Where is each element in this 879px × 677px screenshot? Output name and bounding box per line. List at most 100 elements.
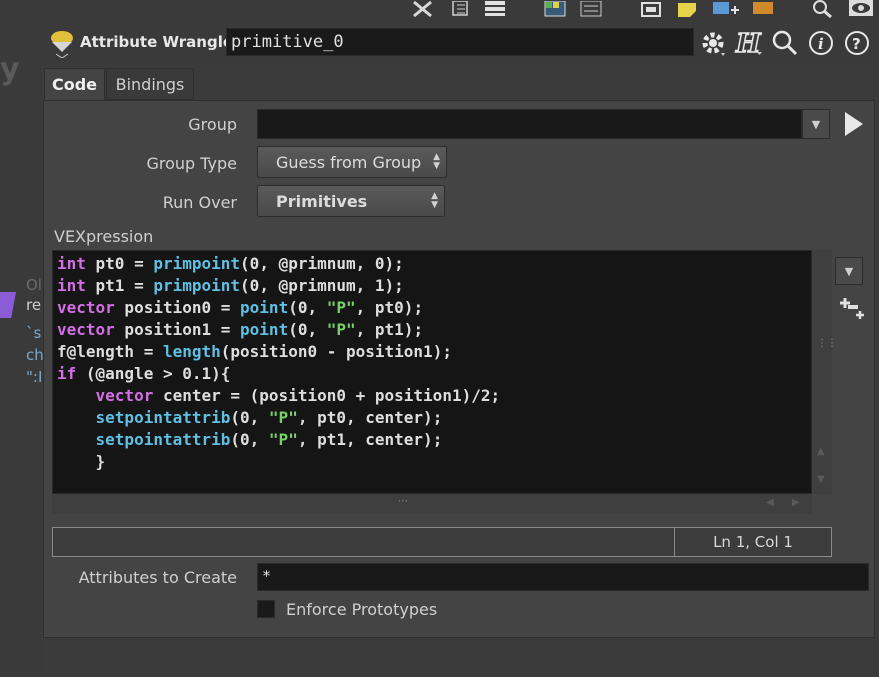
code-token: , pt0, center); <box>297 408 443 427</box>
code-token: primpoint <box>153 276 241 295</box>
left-pane-fragment: `s <box>26 324 42 342</box>
code-lines: int pt0 = primpoint(0, @primnum, 0); int … <box>57 253 500 473</box>
scroll-right-icon[interactable]: ▶ <box>792 497 800 508</box>
search-icon[interactable] <box>770 28 800 58</box>
info-icon[interactable]: i <box>806 28 836 58</box>
code-token: (0, <box>230 408 269 427</box>
code-line: f@length = length(position0 - position1)… <box>57 341 500 363</box>
scroll-grip-icon: ⋮⋮ <box>817 338 837 349</box>
code-token: vector <box>95 386 154 405</box>
group-type-value: Guess from Group <box>276 152 422 172</box>
tab-bindings[interactable]: Bindings <box>106 68 194 100</box>
code-line: vector position1 = point(0, "P", pt1); <box>57 319 500 341</box>
code-token: vector <box>57 320 115 339</box>
vex-code-editor[interactable]: int pt0 = primpoint(0, @primnum, 0); int … <box>52 250 812 494</box>
left-pane-strip: y Ol re `s ch ":I <box>0 0 44 677</box>
wrangle-node-icon[interactable] <box>48 28 76 59</box>
code-vertical-scrollbar[interactable]: ⋮⋮ ▲ ▼ <box>812 250 837 494</box>
run-over-value: Primitives <box>276 191 368 211</box>
status-divider <box>674 528 675 556</box>
gear-icon[interactable] <box>698 28 728 58</box>
code-line: int pt1 = primpoint(0, @primnum, 1); <box>57 275 500 297</box>
code-token: int <box>57 276 86 295</box>
code-token: (position0 - position1); <box>220 342 452 361</box>
code-token: length <box>162 342 221 361</box>
code-line: if (@angle > 0.1){ <box>57 363 500 385</box>
parameters-icon[interactable] <box>578 0 604 18</box>
code-line: int pt0 = primpoint(0, @primnum, 0); <box>57 253 500 275</box>
spreadsheet-icon[interactable] <box>542 0 568 18</box>
run-over-menu[interactable]: Primitives ▲ ▼ <box>257 185 445 217</box>
tools-icon[interactable] <box>408 0 438 18</box>
run-over-label: Run Over <box>162 193 237 212</box>
left-pane-fragment: Ol <box>26 276 42 294</box>
code-token: point <box>240 298 289 317</box>
attributes-to-create-field[interactable]: * <box>257 563 869 591</box>
code-token: setpointattrib <box>95 430 231 449</box>
create-spare-parameters-icon[interactable] <box>836 293 866 321</box>
node-type-label: Attribute Wrangle <box>80 33 234 51</box>
code-token: position0 = <box>114 298 241 317</box>
houdini-help-icon[interactable]: H <box>734 28 764 58</box>
cursor-position: Ln 1, Col 1 <box>713 533 793 551</box>
code-token: "P" <box>268 408 298 427</box>
code-token: (0, @primnum, 0); <box>240 254 404 273</box>
node-name-field[interactable]: primitive_0 <box>226 28 694 56</box>
scroll-up-icon[interactable]: ▲ <box>817 446 825 457</box>
updown-arrows-icon: ▲ ▼ <box>433 152 440 171</box>
code-token: (0, @primnum, 1); <box>240 276 404 295</box>
code-token: } <box>57 452 106 471</box>
tab-code[interactable]: Code <box>44 68 105 100</box>
code-token: if <box>57 364 77 383</box>
code-horizontal-scrollbar[interactable]: ⋯ ◀ ▶ <box>52 494 812 514</box>
network-box-icon[interactable] <box>638 0 664 18</box>
left-pane-fragment: ":I <box>26 368 43 386</box>
search-icon[interactable] <box>808 0 838 18</box>
code-token: pt0 = <box>85 254 154 273</box>
scroll-grip-icon: ⋯ <box>398 496 408 507</box>
code-token: (0, <box>288 298 327 317</box>
visibility-eye-icon[interactable] <box>846 0 876 18</box>
code-token: (@angle > 0.1){ <box>76 364 231 383</box>
snippet-menu-button[interactable]: ▼ <box>835 257 863 285</box>
code-line: setpointattrib(0, "P", pt1, center); <box>57 429 500 451</box>
code-line: vector center = (position0 + position1)/… <box>57 385 501 407</box>
scroll-down-icon[interactable]: ▼ <box>817 474 825 485</box>
code-token: , pt0); <box>355 298 424 317</box>
code-token: point <box>240 320 289 339</box>
code-token: position1 = <box>114 320 241 339</box>
left-pane-fragment: ch <box>26 346 44 364</box>
help-icon[interactable]: ? <box>842 28 872 58</box>
list-view-icon[interactable] <box>482 0 508 18</box>
select-arrow-icon[interactable] <box>842 110 866 138</box>
sticky-note-icon[interactable] <box>674 0 702 18</box>
background-image-icon[interactable] <box>748 0 778 18</box>
scroll-left-icon[interactable]: ◀ <box>766 497 774 508</box>
add-image-icon[interactable] <box>710 0 740 18</box>
group-type-menu[interactable]: Guess from Group ▲ ▼ <box>257 146 447 178</box>
group-label: Group <box>188 115 237 134</box>
code-token: int <box>57 254 86 273</box>
tree-view-icon[interactable] <box>448 0 472 18</box>
enforce-prototypes-checkbox[interactable] <box>257 600 275 618</box>
code-token: "P" <box>326 320 356 339</box>
code-token: vector <box>57 298 115 317</box>
left-pane-fragment: re <box>26 296 42 314</box>
group-dropdown-button[interactable]: ▼ <box>802 109 830 139</box>
code-token: "P" <box>326 298 356 317</box>
left-pane-fragment: y <box>0 52 20 87</box>
vexpression-label: VEXpression <box>54 227 154 246</box>
code-token: primpoint <box>153 254 241 273</box>
enforce-prototypes-label: Enforce Prototypes <box>286 600 438 619</box>
code-token: pt1 = <box>85 276 154 295</box>
group-field[interactable] <box>257 109 802 139</box>
updown-arrows-icon: ▲ ▼ <box>431 191 438 210</box>
svg-text:H: H <box>735 29 762 58</box>
code-token: setpointattrib <box>95 408 231 427</box>
group-type-label: Group Type <box>146 154 237 173</box>
code-line: } <box>57 451 500 473</box>
top-toolbar <box>42 0 879 22</box>
svg-text:?: ? <box>852 35 861 53</box>
